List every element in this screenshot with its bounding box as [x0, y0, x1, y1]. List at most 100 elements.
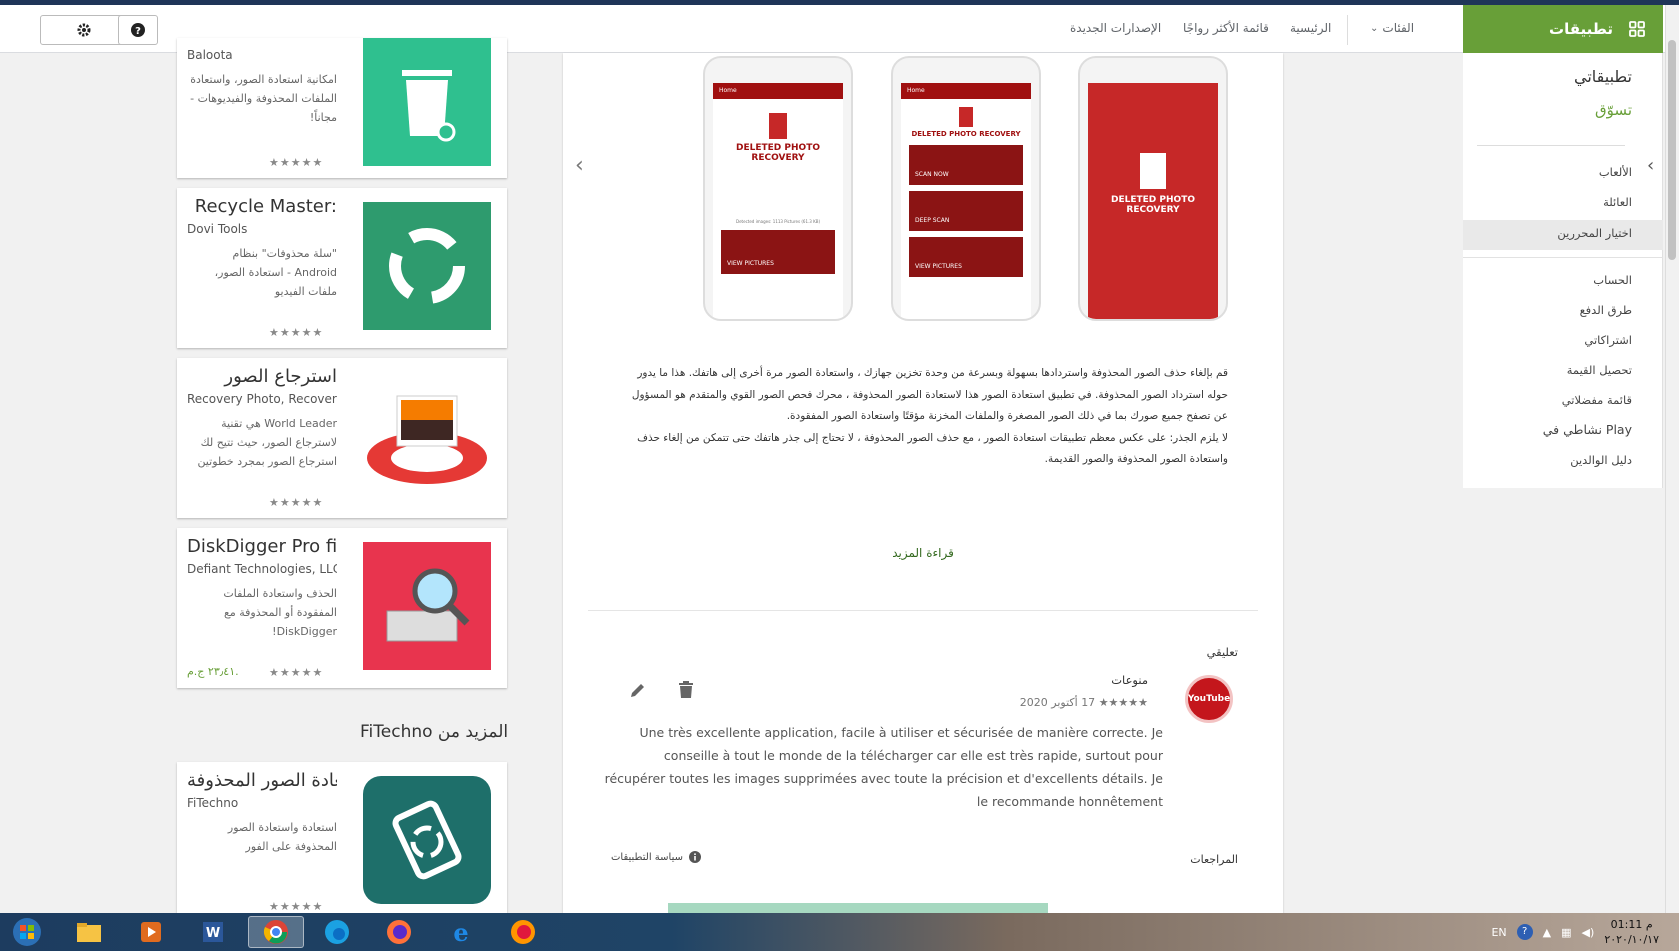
nav-new-releases[interactable]: الإصدارات الجديدة — [1070, 21, 1161, 35]
language-indicator[interactable]: EN — [1491, 926, 1506, 939]
sidebar-item-subscriptions[interactable]: اشتراكاتي — [1584, 333, 1632, 347]
app-developer: FiTechno — [187, 796, 239, 810]
taskbar-chrome[interactable] — [248, 916, 304, 948]
sidebar-my-apps[interactable]: تطبيقاتي — [1574, 67, 1632, 86]
windows-logo-icon — [13, 918, 41, 946]
chrome-icon — [263, 920, 288, 944]
screenshot-2[interactable]: Home DELETED PHOTO RECOVERY SCAN NOW DEE… — [891, 56, 1041, 321]
app-description: قم بإلغاء حذف الصور المحذوفة واستردادها … — [623, 363, 1228, 471]
app-title: Recycle Master: — [194, 196, 337, 217]
app-card[interactable]: استعادة الصور المحذوفة FiTechno استعادة … — [177, 762, 507, 913]
read-more-link[interactable]: قراءة المزيد — [563, 546, 1283, 560]
volume-icon[interactable]: ◀) — [1582, 926, 1595, 939]
carousel-prev-icon[interactable]: ‹ — [575, 153, 584, 178]
review-stars: ★★★★★ — [1098, 696, 1148, 709]
pencil-icon — [631, 684, 644, 697]
trash-icon — [1140, 153, 1166, 189]
nav-home[interactable]: الرئيسية — [1290, 21, 1331, 35]
sidebar-item-family[interactable]: العائلة — [1603, 195, 1632, 209]
app-policy-link[interactable]: سياسة التطبيقات — [611, 851, 701, 863]
app-card[interactable]: Baloota امكانية استعادة الصور، واستعادة … — [177, 38, 507, 178]
word-icon: W — [203, 922, 223, 942]
apps-grid-icon — [1629, 21, 1645, 37]
apps-tab[interactable]: تطبيقات — [1463, 5, 1663, 53]
screenshot-1[interactable]: Home DELETED PHOTO RECOVERY Detected ima… — [703, 56, 853, 321]
sidebar-divider-2 — [1463, 257, 1663, 258]
app-rating: ★★★★★ — [269, 666, 324, 679]
more-from-heading[interactable]: المزيد من FiTechno — [360, 722, 508, 742]
internet-explorer-icon: e — [453, 919, 468, 945]
screenshot-app-name: DELETED PHOTO RECOVERY — [1111, 195, 1195, 215]
avatar: YouTube — [1185, 675, 1233, 723]
app-description: "سلة محذوفات" بنظام Android - استعادة ال… — [214, 247, 337, 298]
help-button[interactable]: ? — [118, 15, 158, 45]
recycle-icon — [363, 202, 491, 330]
start-button[interactable] — [2, 916, 52, 948]
screenshot-screen: Home DELETED PHOTO RECOVERY SCAN NOW DEE… — [901, 83, 1031, 319]
description-paragraph-1: قم بإلغاء حذف الصور المحذوفة واستردادها … — [631, 367, 1228, 422]
settings-button[interactable] — [40, 15, 128, 45]
help-icon: ? — [131, 23, 145, 37]
taskbar-explorer[interactable] — [64, 916, 114, 948]
firefox-icon — [511, 920, 535, 944]
media-player-icon — [141, 922, 161, 942]
app-rating: ★★★★★ — [269, 326, 324, 339]
help-circle-icon[interactable]: ? — [1516, 924, 1533, 940]
sidebar-item-games[interactable]: الألعاب — [1599, 165, 1632, 179]
taskbar-media-player[interactable] — [126, 916, 176, 948]
edge-icon — [325, 920, 349, 944]
trash-icon — [959, 107, 973, 127]
delete-review-button[interactable] — [678, 681, 694, 703]
taskbar-ie[interactable]: e — [436, 916, 486, 948]
app-card[interactable]: استرجاع الصور Recovery Photo, Recover Wo… — [177, 358, 507, 518]
sidebar-item-payment[interactable]: طرق الدفع — [1580, 303, 1632, 317]
screenshot-app-name: DELETED PHOTO RECOVERY — [911, 130, 1021, 138]
info-icon — [688, 851, 701, 863]
svg-text:W: W — [206, 926, 220, 941]
app-card[interactable]: Recycle Master: Dovi Tools "سلة محذوفات"… — [177, 188, 507, 348]
nav-categories[interactable]: ⌄ الفئات — [1370, 21, 1414, 35]
show-hidden-icons[interactable]: ▲ — [1543, 926, 1551, 939]
disk-magnifier-icon — [363, 542, 491, 670]
nav-categories-label: الفئات — [1382, 21, 1415, 35]
screenshot-tile: VIEW PICTURES — [909, 237, 1023, 277]
taskbar: W e EN ? ▲ ▦ ◀) 01:11 م ٢٠٢٠/١٠/١٧ — [0, 913, 1679, 951]
screenshot-app-name: DELETED PHOTO RECOVERY — [736, 143, 820, 163]
taskbar-word[interactable]: W — [188, 916, 238, 948]
sidebar-shop[interactable]: تسوّق — [1595, 101, 1632, 119]
taskbar-firefox-2[interactable] — [498, 916, 548, 948]
app-card[interactable]: DiskDigger Pro fi Defiant Technologies, … — [177, 528, 507, 688]
clock[interactable]: 01:11 م ٢٠٢٠/١٠/١٧ — [1604, 917, 1659, 947]
screenshot-3[interactable]: DELETED PHOTO RECOVERY — [1078, 56, 1228, 321]
network-icon[interactable]: ▦ — [1561, 926, 1571, 939]
app-developer: Dovi Tools — [187, 222, 248, 236]
chevron-down-icon: ⌄ — [1370, 22, 1379, 34]
sidebar-item-account[interactable]: الحساب — [1593, 273, 1632, 287]
sidebar-item-play-activity[interactable]: نشاطي في Play — [1543, 422, 1632, 437]
taskbar-edge[interactable] — [312, 916, 362, 948]
svg-text:e: e — [453, 919, 468, 945]
app-rating: ★★★★★ — [269, 900, 324, 913]
nav-top-charts[interactable]: قائمة الأكثر رواجًا — [1183, 21, 1269, 35]
firefox-icon — [387, 920, 411, 944]
review-date: 17 أكتوبر 2020 — [1019, 696, 1096, 709]
screenshot-detected: Detected images: 1113 Pictures (61.3 KB) — [736, 219, 820, 224]
edit-review-button[interactable] — [629, 681, 647, 703]
svg-text:?: ? — [135, 26, 141, 37]
sidebar-item-editors-choice[interactable]: اختيار المحررين — [1557, 226, 1632, 240]
taskbar-firefox[interactable] — [374, 916, 424, 948]
scrollbar-thumb[interactable] — [1668, 40, 1676, 260]
sidebar-item-redeem[interactable]: تحصيل القيمة — [1567, 363, 1632, 377]
app-developer: Baloota — [187, 48, 233, 62]
app-developer: Recovery Photo, Recover — [187, 392, 337, 406]
my-review-heading: تعليقي — [1206, 645, 1238, 659]
app-description: World Leader هي تقنية لاسترجاع الصور، حي… — [197, 417, 337, 468]
sidebar-item-parent-guide[interactable]: دليل الوالدين — [1570, 453, 1632, 467]
screenshot-tile: SCAN NOW — [909, 145, 1023, 185]
reviews-label: المراجعات — [1190, 853, 1238, 866]
trash-icon — [679, 681, 693, 698]
sidebar-item-wishlist[interactable]: قائمة مفضلاتي — [1562, 393, 1632, 407]
chevron-left-icon[interactable]: ‹ — [1647, 155, 1654, 176]
apps-tab-label: تطبيقات — [1549, 20, 1613, 38]
app-description: الحذف واستعادة الملفات المفقودة أو المحذ… — [223, 587, 337, 638]
